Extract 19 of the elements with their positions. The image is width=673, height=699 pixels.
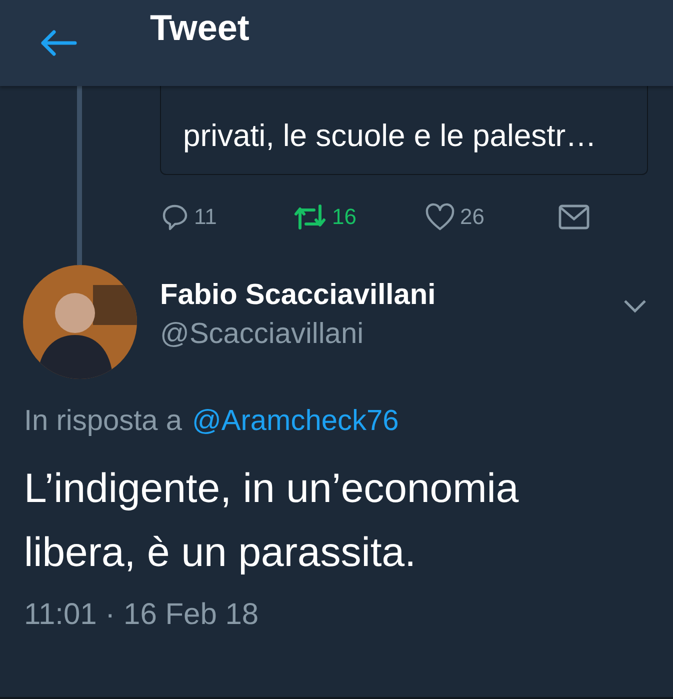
reply-button[interactable]: 11 bbox=[160, 202, 292, 232]
retweet-button[interactable]: 16 bbox=[292, 202, 424, 232]
back-arrow-icon bbox=[38, 28, 78, 58]
reply-context-label: In risposta a bbox=[24, 405, 182, 438]
speech-bubble-icon bbox=[160, 202, 190, 232]
back-button[interactable] bbox=[38, 28, 78, 58]
header-title: Tweet bbox=[150, 7, 250, 49]
tweet-text: L’indigente, in un’economia libera, è un parassita. bbox=[24, 464, 520, 577]
envelope-icon bbox=[558, 203, 590, 231]
author-name[interactable]: Fabio Scacciavillani bbox=[160, 279, 436, 312]
retweet-icon bbox=[292, 202, 328, 232]
like-button[interactable]: 26 bbox=[424, 202, 556, 232]
message-button[interactable] bbox=[558, 203, 590, 231]
tweet-timestamp: 11:01 · 16 Feb 18 bbox=[24, 598, 260, 632]
chevron-down-icon[interactable] bbox=[623, 299, 647, 313]
quoted-tweet-text: privati, le scuole e le palestr… bbox=[183, 117, 598, 155]
mention-link[interactable]: @Aramcheck76 bbox=[192, 405, 399, 438]
author-handle[interactable]: @Scacciavillani bbox=[160, 318, 436, 351]
heart-icon bbox=[424, 202, 456, 232]
